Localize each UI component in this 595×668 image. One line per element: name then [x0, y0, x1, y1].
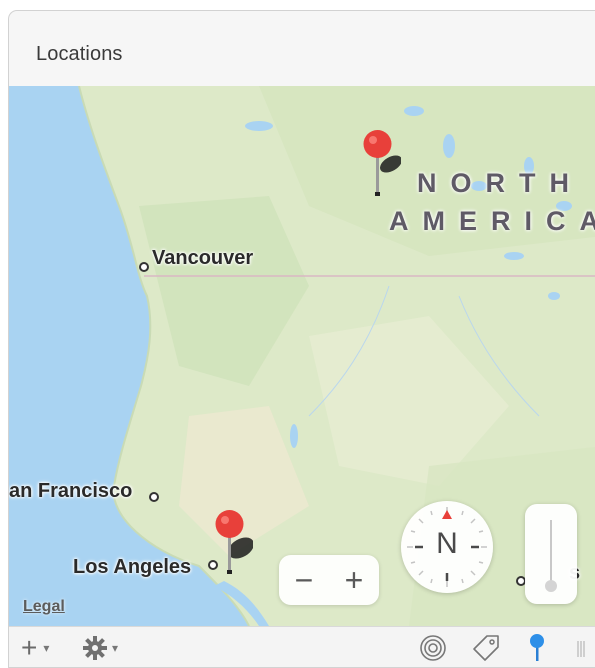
compass-button[interactable]: N [401, 501, 493, 593]
city-dot-san-francisco [149, 492, 159, 502]
resize-handle-icon [577, 641, 585, 657]
gear-menu-button[interactable]: ▾ [82, 635, 118, 661]
location-pin-north[interactable] [361, 130, 401, 210]
target-button[interactable] [419, 635, 447, 661]
tag-button[interactable] [471, 635, 501, 661]
tag-icon [473, 635, 499, 661]
location-pin-los-angeles[interactable] [213, 510, 253, 590]
compass-heading: N [436, 527, 458, 560]
pin-icon [530, 634, 544, 661]
pitch-slider[interactable] [525, 504, 577, 604]
locations-panel: Locations NORTH AMERICA Vancouver an Fra… [8, 10, 595, 668]
resize-handle[interactable] [575, 635, 587, 661]
continent-label-line2: AMERICA [389, 206, 595, 236]
chevron-down-icon: ▾ [112, 641, 119, 655]
city-label-san-francisco[interactable]: an Francisco [9, 480, 132, 503]
pin-button[interactable] [527, 634, 547, 661]
chevron-down-icon: ▾ [43, 641, 50, 655]
zoom-out-button[interactable]: − [295, 560, 314, 600]
pitch-knob[interactable] [545, 580, 557, 592]
zoom-in-button[interactable]: + [345, 560, 364, 600]
city-dot-vancouver [139, 262, 149, 272]
city-label-vancouver[interactable]: Vancouver [152, 247, 253, 270]
map-view[interactable]: NORTH AMERICA Vancouver an Francisco Los… [9, 86, 595, 626]
zoom-control: − + [279, 555, 379, 605]
plus-icon: + [21, 632, 38, 663]
gear-icon [83, 636, 107, 660]
city-label-los-angeles[interactable]: Los Angeles [73, 556, 191, 579]
target-icon [420, 635, 446, 661]
continent-label-line1: NORTH [417, 168, 583, 198]
bottom-toolbar: + ▾ ▾ [9, 626, 595, 667]
add-menu-button[interactable]: + ▾ [21, 632, 50, 663]
pitch-track [550, 520, 552, 582]
legal-link[interactable]: Legal [23, 598, 65, 616]
panel-title: Locations [36, 43, 123, 65]
